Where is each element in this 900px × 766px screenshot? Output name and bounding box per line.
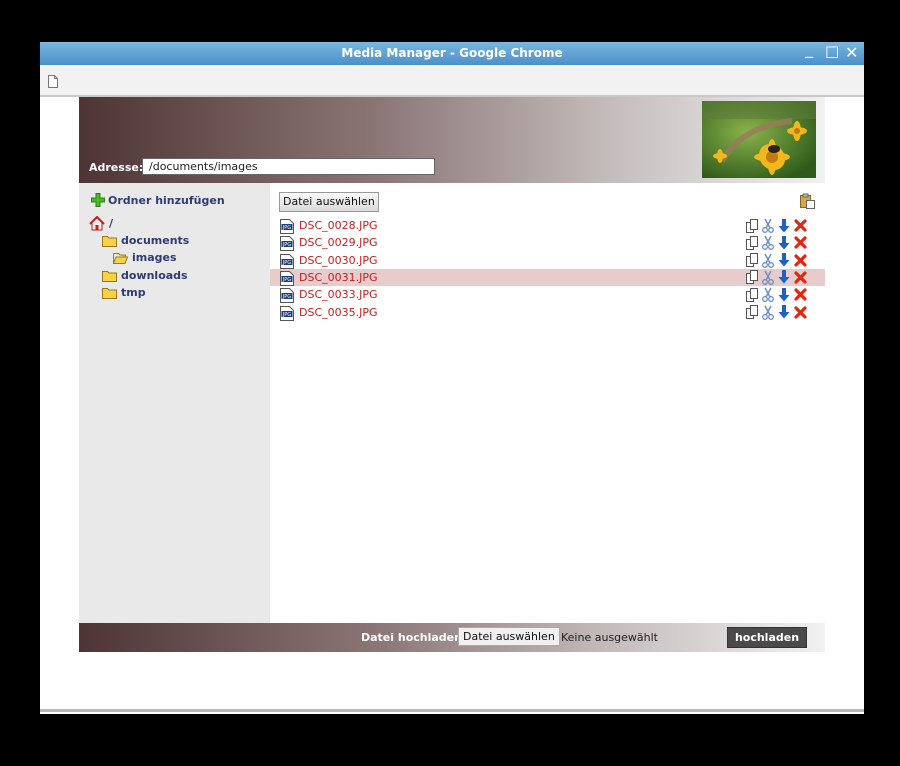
svg-text:JPG: JPG <box>282 312 291 318</box>
delete-icon[interactable] <box>794 271 807 284</box>
copy-icon[interactable] <box>746 287 758 302</box>
file-actions <box>746 305 807 320</box>
copy-icon[interactable] <box>746 253 758 268</box>
download-arrow-icon[interactable] <box>778 270 790 284</box>
delete-icon[interactable] <box>794 219 807 232</box>
file-name-link[interactable]: DSC_0030.JPG <box>299 254 378 267</box>
copy-icon[interactable] <box>746 235 758 250</box>
delete-icon[interactable] <box>794 288 807 301</box>
download-arrow-icon[interactable] <box>778 253 790 267</box>
file-row[interactable]: JPG DSC_0033.JPG <box>270 286 825 304</box>
home-icon <box>89 216 105 231</box>
file-name-link[interactable]: DSC_0033.JPG <box>299 288 378 301</box>
tree-item-downloads[interactable]: downloads <box>102 269 188 282</box>
file-name-link[interactable]: DSC_0029.JPG <box>299 236 378 249</box>
copy-icon[interactable] <box>746 305 758 319</box>
file-name-link[interactable]: DSC_0035.JPG <box>299 306 378 319</box>
title-bar: Media Manager - Google Chrome _ ☐ ✕ <box>40 39 864 65</box>
download-arrow-icon[interactable] <box>778 287 790 302</box>
jpg-file-icon: JPG <box>280 305 294 325</box>
cut-icon[interactable] <box>762 253 774 268</box>
svg-text:JPG: JPG <box>282 294 291 300</box>
tree-item-label: downloads <box>121 269 188 282</box>
add-folder-label: Ordner hinzufügen <box>108 193 225 207</box>
upload-bar: Datei hochladen: Datei auswählen Keine a… <box>79 623 825 652</box>
file-actions <box>746 270 807 285</box>
upload-choose-file-button[interactable]: Datei auswählen <box>458 627 560 646</box>
tree-item-label: tmp <box>121 286 146 299</box>
folder-sidebar: Ordner hinzufügen / documents images dow… <box>79 183 270 623</box>
folder-open-icon <box>113 252 128 264</box>
file-row[interactable]: JPG DSC_0030.JPG <box>270 252 825 269</box>
svg-text:JPG: JPG <box>282 242 291 248</box>
tree-item-documents[interactable]: documents <box>102 234 189 247</box>
page-icon <box>48 73 58 92</box>
download-arrow-icon[interactable] <box>778 235 790 250</box>
file-panel: Datei auswählen JPG DSC_0028.JPG JPG DSC_00… <box>270 183 825 623</box>
plus-icon <box>91 193 105 207</box>
file-actions <box>746 287 807 303</box>
cut-icon[interactable] <box>762 270 774 285</box>
no-file-selected-text: Keine ausgewählt <box>561 631 658 644</box>
download-arrow-icon[interactable] <box>778 305 790 319</box>
file-actions <box>746 253 807 268</box>
svg-text:JPG: JPG <box>282 225 291 231</box>
window-title: Media Manager - Google Chrome <box>341 46 563 60</box>
tree-item-tmp[interactable]: tmp <box>102 286 146 299</box>
copy-icon[interactable] <box>746 270 758 285</box>
file-actions <box>746 218 807 233</box>
file-row[interactable]: JPG DSC_0028.JPG <box>270 217 825 234</box>
file-name-link[interactable]: DSC_0028.JPG <box>299 219 378 232</box>
delete-icon[interactable] <box>794 236 807 249</box>
download-arrow-icon[interactable] <box>778 218 790 233</box>
tree-item-label: images <box>132 251 177 264</box>
svg-text:JPG: JPG <box>282 277 291 283</box>
tree-item-root[interactable]: / <box>89 216 113 231</box>
browser-toolbar <box>40 65 864 97</box>
file-actions <box>746 235 807 251</box>
delete-icon[interactable] <box>794 253 807 267</box>
media-manager: Adresse: /documents/images Ordner hinzuf… <box>79 97 825 652</box>
address-input[interactable]: /documents/images <box>142 158 435 175</box>
folder-icon <box>102 270 117 282</box>
tree-item-label: documents <box>121 234 190 247</box>
file-name-link[interactable]: DSC_0031.JPG <box>299 271 378 284</box>
upload-label: Datei hochladen: <box>361 631 467 644</box>
add-folder-link[interactable]: Ordner hinzufügen <box>91 193 225 207</box>
paste-icon[interactable] <box>800 193 815 213</box>
cut-icon[interactable] <box>762 218 774 233</box>
folder-icon <box>102 235 117 247</box>
folder-icon <box>102 287 117 299</box>
cut-icon[interactable] <box>762 235 774 251</box>
tree-item-label: / <box>109 217 114 230</box>
minimize-button[interactable]: _ <box>805 39 813 59</box>
close-button[interactable]: ✕ <box>845 43 858 63</box>
file-row[interactable]: JPG DSC_0029.JPG <box>270 234 825 252</box>
header-banner: Adresse: /documents/images <box>79 97 825 183</box>
cut-icon[interactable] <box>762 287 774 303</box>
maximize-button[interactable]: ☐ <box>825 43 839 63</box>
copy-icon[interactable] <box>746 218 758 233</box>
browser-window: Media Manager - Google Chrome _ ☐ ✕ Adre… <box>40 39 864 714</box>
delete-icon[interactable] <box>794 305 807 319</box>
upload-button[interactable]: hochladen <box>727 627 807 648</box>
svg-text:JPG: JPG <box>282 260 291 266</box>
file-row[interactable]: JPG DSC_0031.JPG <box>270 268 825 286</box>
address-label: Adresse: <box>89 161 144 174</box>
cut-icon[interactable] <box>762 305 774 320</box>
window-bottom-border <box>40 709 864 712</box>
tree-item-images[interactable]: images <box>113 251 177 264</box>
header-photo <box>702 101 816 178</box>
file-row[interactable]: JPG DSC_0035.JPG <box>270 304 825 321</box>
choose-file-button[interactable]: Datei auswählen <box>279 192 379 212</box>
